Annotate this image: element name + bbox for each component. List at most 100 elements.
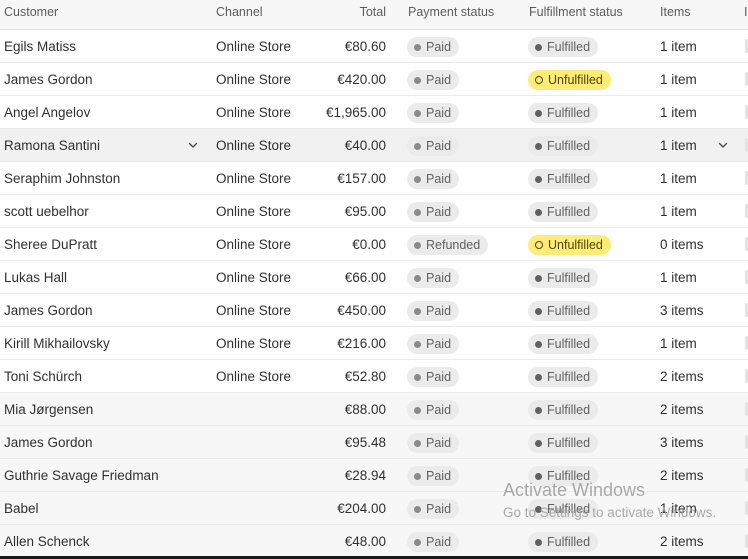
- table-row[interactable]: James Gordon €95.48 Paid Fulfilled 3 items: [0, 426, 748, 459]
- items-count[interactable]: 1 item: [660, 171, 697, 186]
- payment-status-badge: Paid: [407, 103, 460, 123]
- unfulfilled-ring-icon: [535, 76, 543, 84]
- order-total: €95.00: [344, 204, 386, 219]
- table-row[interactable]: Egils Matiss Online Store €80.60 Paid Fulfil…: [0, 30, 748, 63]
- order-total: €28.94: [344, 468, 386, 483]
- chevron-down-icon[interactable]: [716, 138, 730, 152]
- sales-channel: Online Store: [216, 39, 292, 54]
- status-dot-icon: [535, 506, 542, 513]
- items-count[interactable]: 1 item: [660, 138, 697, 153]
- payment-status-badge: Refunded: [407, 235, 489, 255]
- table-row[interactable]: Allen Schenck €48.00 Paid Fulfilled 2 items: [0, 525, 748, 558]
- items-count[interactable]: 2 items: [660, 468, 704, 483]
- header-total[interactable]: Total: [360, 5, 386, 19]
- table-row[interactable]: Angel Angelov Online Store €1,965.00 Paid Fu…: [0, 96, 748, 129]
- customer-name[interactable]: Mia Jørgensen: [4, 402, 93, 417]
- customer-name[interactable]: Babel: [4, 501, 39, 516]
- status-dot-icon: [535, 209, 542, 216]
- order-total: €88.00: [344, 402, 386, 417]
- payment-status-badge: Paid: [407, 37, 460, 57]
- items-count[interactable]: 3 items: [660, 435, 704, 450]
- header-payment-status[interactable]: Payment status: [408, 5, 494, 19]
- items-count[interactable]: 1 item: [660, 204, 697, 219]
- chevron-down-icon[interactable]: [186, 138, 200, 152]
- payment-status-label: Paid: [426, 271, 452, 285]
- items-count[interactable]: 2 items: [660, 402, 704, 417]
- table-row[interactable]: scott uebelhor Online Store €95.00 Paid Fulf…: [0, 195, 748, 228]
- header-items[interactable]: Items: [660, 5, 691, 19]
- payment-status-badge: Paid: [407, 136, 460, 156]
- items-count[interactable]: 1 item: [660, 501, 697, 516]
- order-total: €80.60: [344, 39, 386, 54]
- payment-status-label: Paid: [426, 436, 452, 450]
- status-dot-icon: [414, 374, 421, 381]
- payment-status-label: Paid: [426, 337, 452, 351]
- header-fulfillment-status[interactable]: Fulfillment status: [529, 5, 623, 19]
- table-row[interactable]: James Gordon Online Store €450.00 Paid Fulfi…: [0, 294, 748, 327]
- payment-status-label: Paid: [426, 172, 452, 186]
- fulfillment-status-badge: Fulfilled: [528, 433, 599, 453]
- table-row[interactable]: Sheree DuPratt Online Store €0.00 Refunded U…: [0, 228, 748, 261]
- table-row[interactable]: Seraphim Johnston Online Store €157.00 Paid…: [0, 162, 748, 195]
- status-dot-icon: [535, 407, 542, 414]
- customer-name[interactable]: Guthrie Savage Friedman: [4, 468, 159, 483]
- customer-name[interactable]: Lukas Hall: [4, 270, 67, 285]
- order-total: €40.00: [344, 138, 386, 153]
- header-channel[interactable]: Channel: [216, 5, 263, 19]
- items-count[interactable]: 1 item: [660, 270, 697, 285]
- sales-channel: Online Store: [216, 369, 292, 384]
- table-row[interactable]: Kirill Mikhailovsky Online Store €216.00 Pa…: [0, 327, 748, 360]
- order-total: €216.00: [337, 336, 386, 351]
- customer-name[interactable]: Sheree DuPratt: [4, 237, 97, 252]
- order-total: €420.00: [337, 72, 386, 87]
- status-dot-icon: [414, 176, 421, 183]
- table-row[interactable]: James Gordon Online Store €420.00 Paid Unful…: [0, 63, 748, 96]
- payment-status-label: Paid: [426, 40, 452, 54]
- customer-name[interactable]: Allen Schenck: [4, 534, 90, 549]
- payment-status-label: Paid: [426, 304, 452, 318]
- payment-status-label: Refunded: [426, 238, 481, 252]
- header-next-column[interactable]: I: [744, 5, 747, 19]
- items-count[interactable]: 3 items: [660, 303, 704, 318]
- customer-name[interactable]: Seraphim Johnston: [4, 171, 120, 186]
- table-row[interactable]: Ramona Santini Online Store €40.00 Paid Fulf…: [0, 129, 748, 162]
- customer-name[interactable]: Toni Schürch: [4, 369, 82, 384]
- items-count[interactable]: 1 item: [660, 336, 697, 351]
- items-count[interactable]: 1 item: [660, 72, 697, 87]
- header-customer[interactable]: Customer: [4, 5, 58, 19]
- items-count[interactable]: 2 items: [660, 369, 704, 384]
- items-count[interactable]: 0 items: [660, 237, 704, 252]
- items-count[interactable]: 2 items: [660, 534, 704, 549]
- payment-status-label: Paid: [426, 469, 452, 483]
- status-dot-icon: [414, 242, 421, 249]
- payment-status-badge: Paid: [407, 466, 460, 486]
- order-total: €52.80: [344, 369, 386, 384]
- status-dot-icon: [414, 77, 421, 84]
- fulfillment-status-label: Fulfilled: [547, 502, 591, 516]
- order-total: €1,965.00: [325, 105, 386, 120]
- items-count[interactable]: 1 item: [660, 105, 697, 120]
- table-row[interactable]: Toni Schürch Online Store €52.80 Paid Fulfil…: [0, 360, 748, 393]
- table-row[interactable]: Mia Jørgensen €88.00 Paid Fulfilled 2 items: [0, 393, 748, 426]
- status-dot-icon: [535, 473, 542, 480]
- fulfillment-status-label: Fulfilled: [547, 337, 591, 351]
- payment-status-badge: Paid: [407, 532, 460, 552]
- status-dot-icon: [535, 44, 542, 51]
- customer-name[interactable]: James Gordon: [4, 303, 93, 318]
- customer-name[interactable]: Ramona Santini: [4, 138, 100, 153]
- customer-name[interactable]: James Gordon: [4, 72, 93, 87]
- fulfillment-status-label: Fulfilled: [547, 403, 591, 417]
- customer-name[interactable]: James Gordon: [4, 435, 93, 450]
- customer-name[interactable]: Angel Angelov: [4, 105, 90, 120]
- customer-name[interactable]: Egils Matiss: [4, 39, 76, 54]
- fulfillment-status-label: Fulfilled: [547, 370, 591, 384]
- table-row[interactable]: Guthrie Savage Friedman €28.94 Paid Fulfill…: [0, 459, 748, 492]
- table-row[interactable]: Lukas Hall Online Store €66.00 Paid Fulfille…: [0, 261, 748, 294]
- items-count[interactable]: 1 item: [660, 39, 697, 54]
- payment-status-label: Paid: [426, 73, 452, 87]
- customer-name[interactable]: scott uebelhor: [4, 204, 89, 219]
- table-row[interactable]: Babel €204.00 Paid Fulfilled 1 item: [0, 492, 748, 525]
- status-dot-icon: [535, 374, 542, 381]
- customer-name[interactable]: Kirill Mikhailovsky: [4, 336, 110, 351]
- payment-status-label: Paid: [426, 205, 452, 219]
